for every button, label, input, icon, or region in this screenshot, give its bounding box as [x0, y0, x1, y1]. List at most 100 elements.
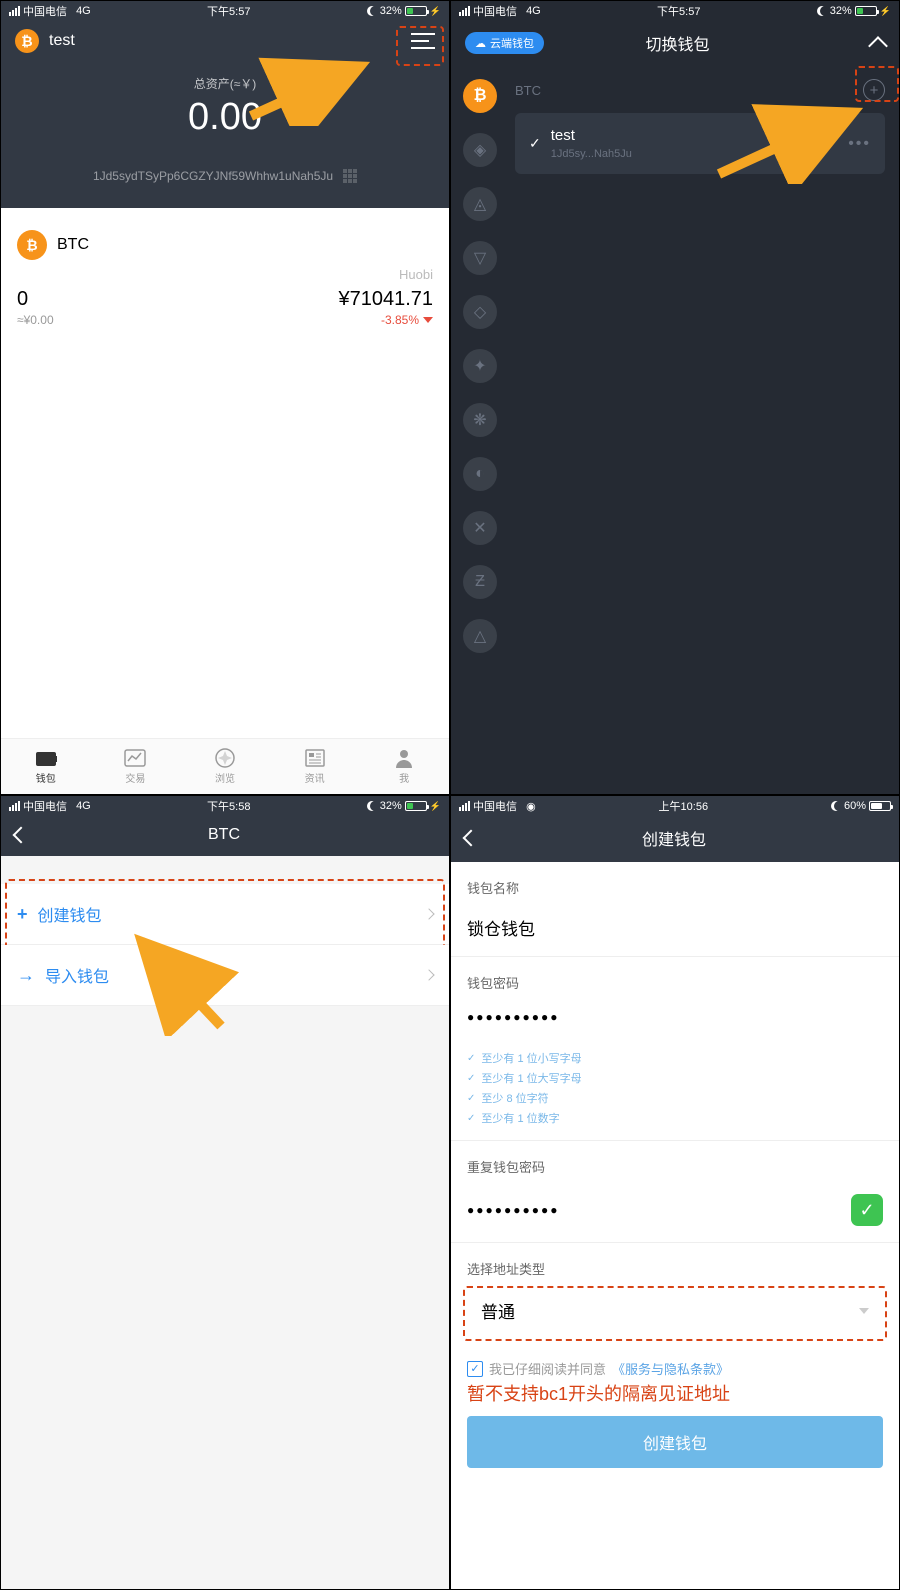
dnd-icon [367, 6, 377, 16]
check-icon: ✓ [467, 1093, 475, 1104]
status-bar: 中国电信 4G 下午5:57 32%⚡ [1, 1, 449, 21]
page-title: BTC [13, 826, 435, 844]
battery-percent: 32% [380, 5, 402, 17]
battery-percent: 60% [844, 800, 866, 812]
import-wallet-label: 导入钱包 [45, 963, 415, 987]
chevron-right-icon [423, 969, 434, 980]
dnd-icon [831, 801, 841, 811]
tab-me[interactable]: 我 [359, 739, 449, 794]
sidebar-trx[interactable]: ▽ [463, 241, 497, 275]
balance-amount: 0.00 [1, 96, 449, 139]
carrier: 中国电信 [23, 3, 67, 19]
create-wallet-row[interactable]: + 创建钱包 [1, 884, 449, 945]
pwd2-label: 重复钱包密码 [451, 1140, 899, 1184]
dnd-icon [367, 801, 377, 811]
bitcoin-icon: ₿ [15, 29, 39, 53]
wifi-icon: ◉ [526, 800, 536, 813]
tab-browse[interactable]: 浏览 [180, 739, 270, 794]
match-check-icon: ✓ [851, 1194, 883, 1226]
chevron-down-icon [859, 1308, 869, 1314]
user-icon [393, 748, 415, 768]
exchange-label: Huobi [399, 267, 433, 282]
more-icon[interactable]: ••• [848, 135, 871, 153]
pwd-label: 钱包密码 [451, 957, 899, 1000]
signal-icon [9, 801, 20, 811]
tab-bar: 钱包 交易 浏览 资讯 我 [1, 738, 449, 794]
holding-cny: ≈¥0.00 [17, 313, 54, 327]
panel-create-wallet: 中国电信 ◉ 上午10:56 60% 创建钱包 钱包名称 锁仓钱包 钱包密码 ●… [450, 795, 900, 1590]
signal-icon [459, 6, 470, 16]
page-title: 切换钱包 [484, 31, 871, 55]
status-time: 下午5:57 [657, 3, 700, 19]
holding-amount: 0 [17, 288, 28, 311]
dnd-icon [817, 6, 827, 16]
coin-price: ¥71041.71 [338, 288, 433, 311]
panel-wallet-home: 中国电信 4G 下午5:57 32%⚡ ₿ test 总资产(≈￥) 0.00 … [0, 0, 450, 795]
name-input[interactable]: 锁仓钱包 [451, 905, 899, 957]
price-change: -3.85% [381, 313, 433, 327]
status-time: 上午10:56 [659, 798, 709, 814]
sidebar-coin[interactable]: ❋ [463, 403, 497, 437]
chevron-up-icon[interactable] [868, 36, 888, 56]
network: 4G [76, 800, 91, 812]
tab-news[interactable]: 资讯 [270, 739, 360, 794]
carrier: 中国电信 [473, 798, 517, 814]
terms-row[interactable]: ✓ 我已仔细阅读并同意 《服务与隐私条款》 [451, 1341, 899, 1378]
import-wallet-row[interactable]: → 导入钱包 [1, 945, 449, 1006]
panel-switch-wallet: 中国电信 4G 下午5:57 32%⚡ ☁云端钱包 切换钱包 ₿ ◈ ◬ ▽ ◇… [450, 0, 900, 795]
carrier: 中国电信 [23, 798, 67, 814]
check-icon: ✓ [529, 135, 541, 152]
battery-percent: 32% [380, 800, 402, 812]
address-type-select[interactable]: 普通 [463, 1286, 887, 1341]
tab-wallet[interactable]: 钱包 [1, 739, 91, 794]
section-label: BTC [515, 83, 541, 98]
status-bar: 中国电信 4G 下午5:57 32%⚡ [451, 1, 899, 21]
sidebar-eth[interactable]: ◈ [463, 133, 497, 167]
battery-icon [405, 801, 427, 811]
status-bar: 中国电信 4G 下午5:58 32%⚡ [1, 796, 449, 816]
highlight-create [5, 879, 445, 949]
wallet-address-short: 1Jd5sy...Nah5Ju [551, 148, 838, 160]
network: 4G [76, 5, 91, 17]
coin-symbol: BTC [57, 236, 89, 254]
wallet-item[interactable]: ✓ test 1Jd5sy...Nah5Ju ••• [515, 113, 885, 174]
status-time: 下午5:57 [207, 3, 250, 19]
wallet-address[interactable]: 1Jd5sydTSyPp6CGZYJNf59Whhw1uNah5Ju [93, 169, 333, 183]
terms-link[interactable]: 《服务与隐私条款》 [612, 1359, 729, 1378]
type-label: 选择地址类型 [451, 1243, 899, 1286]
highlight-add [855, 66, 899, 102]
news-icon [304, 748, 326, 768]
chevron-down-icon [423, 317, 433, 323]
status-time: 下午5:58 [207, 798, 250, 814]
menu-icon[interactable] [411, 31, 435, 51]
sidebar-coin3[interactable]: Ƶ [463, 565, 497, 599]
sidebar-eos[interactable]: ◬ [463, 187, 497, 221]
panel-btc-actions: 中国电信 4G 下午5:58 32%⚡ BTC + 创建钱包 → 导入钱包 [0, 795, 450, 1590]
tab-trade[interactable]: 交易 [91, 739, 181, 794]
sidebar-btc[interactable]: ₿ [463, 79, 497, 113]
signal-icon [459, 801, 470, 811]
compass-icon [214, 748, 236, 768]
terms-checkbox[interactable]: ✓ [467, 1361, 483, 1377]
sidebar-coin2[interactable]: ✕ [463, 511, 497, 545]
wallet-name: test [551, 127, 838, 144]
network: 4G [526, 5, 541, 17]
signal-icon [9, 6, 20, 16]
sidebar-bnb[interactable]: ◇ [463, 295, 497, 329]
sidebar-coin4[interactable]: △ [463, 619, 497, 653]
sidebar-ont[interactable]: ◐ [463, 457, 497, 491]
carrier: 中国电信 [473, 3, 517, 19]
name-label: 钱包名称 [451, 862, 899, 905]
pwd-input[interactable]: ●●●●●●●●●● [451, 1000, 899, 1040]
page-title: 创建钱包 [463, 826, 885, 850]
sidebar-atom[interactable]: ✦ [463, 349, 497, 383]
arrow-right-icon: → [17, 965, 35, 986]
create-wallet-button[interactable]: 创建钱包 [467, 1416, 883, 1468]
warning-text: 暂不支持bc1开头的隔离见证地址 [451, 1378, 899, 1408]
bitcoin-icon: ₿ [17, 230, 47, 260]
check-icon: ✓ [467, 1073, 475, 1084]
pwd2-input[interactable]: ●●●●●●●●●● ✓ [451, 1184, 899, 1243]
check-icon: ✓ [467, 1053, 475, 1064]
battery-icon [405, 6, 427, 16]
qr-icon[interactable] [343, 169, 357, 183]
